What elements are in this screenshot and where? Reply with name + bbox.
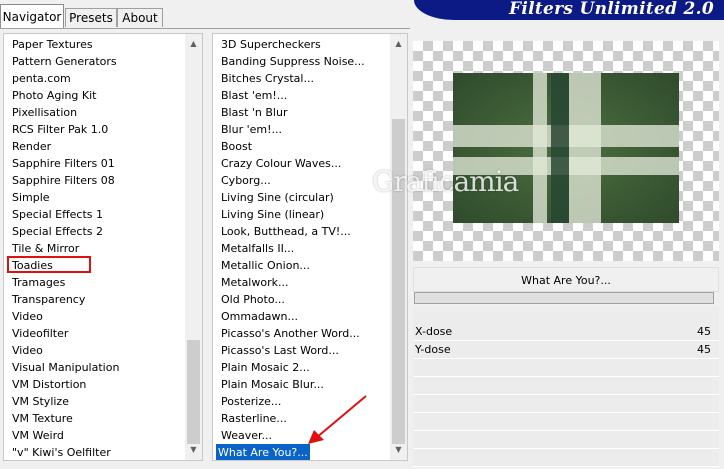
preview-pane xyxy=(413,41,719,261)
tab-divider xyxy=(0,28,410,29)
category-item[interactable]: Tile & Mirror xyxy=(12,240,79,257)
scroll-down-icon[interactable]: ▼ xyxy=(390,442,407,458)
filter-item[interactable]: Weaver... xyxy=(221,427,272,444)
filter-item[interactable]: Cyborg... xyxy=(221,172,271,189)
category-item[interactable]: VM Weird xyxy=(12,427,64,444)
filter-item[interactable]: Blur 'em!... xyxy=(221,121,282,138)
filter-item[interactable]: Blast 'em!... xyxy=(221,87,287,104)
scroll-up-icon[interactable]: ▲ xyxy=(390,36,407,52)
scroll-down-icon[interactable]: ▼ xyxy=(185,442,202,458)
param-row-y[interactable]: Y-dose 45 xyxy=(413,341,719,359)
category-item[interactable]: Special Effects 1 xyxy=(12,206,103,223)
scroll-up-icon[interactable]: ▲ xyxy=(185,36,202,52)
category-scrollbar[interactable]: ▲ ▼ xyxy=(185,34,202,460)
tab-about[interactable]: About xyxy=(117,8,163,27)
category-item[interactable]: Videofilter xyxy=(12,325,68,342)
category-item[interactable]: Tramages xyxy=(12,274,65,291)
watermark-text: Graficamia xyxy=(372,165,519,198)
filter-item[interactable]: Living Sine (circular) xyxy=(221,189,334,206)
category-item[interactable]: Sapphire Filters 08 xyxy=(12,172,115,189)
tab-navigator[interactable]: Navigator xyxy=(0,4,64,29)
category-item[interactable]: Pixellisation xyxy=(12,104,77,121)
filter-item[interactable]: Old Photo... xyxy=(221,291,285,308)
param-row-empty xyxy=(413,449,719,467)
filter-progress-bar xyxy=(414,292,714,304)
filter-item[interactable]: Picasso's Last Word... xyxy=(221,342,339,359)
filter-item[interactable]: Banding Suppress Noise... xyxy=(221,53,365,70)
category-item[interactable]: Paper Textures xyxy=(12,36,93,53)
category-item[interactable]: Video xyxy=(12,308,43,325)
filter-item[interactable]: Plain Mosaic 2... xyxy=(221,359,310,376)
filter-item[interactable]: 3D Supercheckers xyxy=(221,36,321,53)
category-item[interactable]: penta.com xyxy=(12,70,71,87)
category-item[interactable]: Video xyxy=(12,342,43,359)
filter-item[interactable]: Metalfalls II... xyxy=(221,240,294,257)
category-item[interactable]: Render xyxy=(12,138,51,155)
category-list[interactable]: Paper Textures Pattern Generators penta.co… xyxy=(3,33,203,461)
filter-item[interactable]: Look, Butthead, a TV!... xyxy=(221,223,351,240)
category-item[interactable]: Pattern Generators xyxy=(12,53,117,70)
param-row-empty xyxy=(413,377,719,395)
category-item[interactable]: RCS Filter Pak 1.0 xyxy=(12,121,108,138)
category-item[interactable]: Visual Manipulation xyxy=(12,359,119,376)
filter-item[interactable]: Crazy Colour Waves... xyxy=(221,155,341,172)
parameter-table: X-dose 45 Y-dose 45 xyxy=(413,307,719,467)
filter-item[interactable]: Metallic Onion... xyxy=(221,257,310,274)
param-label: Y-dose xyxy=(415,343,451,356)
category-item[interactable]: Special Effects 2 xyxy=(12,223,103,240)
category-item[interactable]: Photo Aging Kit xyxy=(12,87,96,104)
filter-item[interactable]: Bitches Crystal... xyxy=(221,70,314,87)
param-row-empty xyxy=(413,395,719,413)
param-row-empty xyxy=(413,431,719,449)
param-value: 45 xyxy=(697,325,711,338)
filter-scrollbar[interactable]: ▲ ▼ xyxy=(390,34,407,460)
filter-name-label: What Are You?... xyxy=(413,267,719,292)
param-row-x[interactable]: X-dose 45 xyxy=(413,323,719,341)
param-label: X-dose xyxy=(415,325,453,338)
annotation-arrow-icon xyxy=(308,395,367,444)
app-title: Filters Unlimited 2.0 xyxy=(509,0,714,19)
tab-presets[interactable]: Presets xyxy=(65,8,117,27)
filter-item[interactable]: Blast 'n Blur xyxy=(221,104,287,121)
filter-item[interactable]: Metalwork... xyxy=(221,274,288,291)
filter-item[interactable]: Boost xyxy=(221,138,252,155)
tab-strip: Navigator Presets About xyxy=(0,0,410,29)
category-item[interactable]: VM Stylize xyxy=(12,393,69,410)
filter-item[interactable]: Ommadawn... xyxy=(221,308,298,325)
category-item[interactable]: "v" Kiwi's Oelfilter xyxy=(12,444,111,460)
annotation-highlight-box xyxy=(7,256,91,273)
filter-item[interactable]: Living Sine (linear) xyxy=(221,206,324,223)
param-value: 45 xyxy=(697,343,711,356)
param-row-empty xyxy=(413,413,719,431)
category-item[interactable]: VM Distortion xyxy=(12,376,86,393)
param-row-empty xyxy=(413,359,719,377)
category-item[interactable]: Simple xyxy=(12,189,50,206)
category-item[interactable]: Sapphire Filters 01 xyxy=(12,155,115,172)
preview-image xyxy=(453,73,679,223)
scroll-thumb[interactable] xyxy=(187,340,200,444)
filter-item[interactable]: What Are You?... xyxy=(216,444,310,460)
filter-item[interactable]: Posterize... xyxy=(221,393,281,410)
filter-item[interactable]: Rasterline... xyxy=(221,410,287,427)
category-item[interactable]: Transparency xyxy=(12,291,85,308)
filter-item[interactable]: Picasso's Another Word... xyxy=(221,325,360,342)
category-item[interactable]: VM Texture xyxy=(12,410,73,427)
